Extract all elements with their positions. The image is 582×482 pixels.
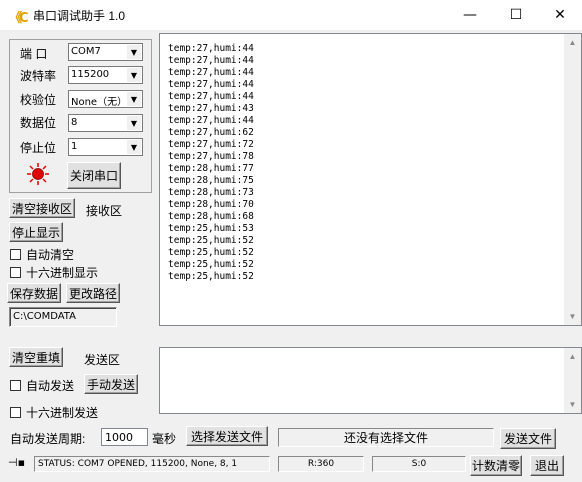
stop-display-button[interactable]: 停止显示 [9,222,63,242]
close-port-button[interactable]: 关闭串口 [67,162,121,189]
minimize-icon: — [463,7,477,23]
port-label: 端 口 [20,47,48,61]
maximize-icon: ☐ [509,7,523,23]
tx-count: S:0 [411,459,427,469]
clear-receive-button[interactable]: 清空接收区 [9,198,75,218]
chevron-down-icon: ▼ [127,68,141,82]
close-button[interactable]: ✕ [537,0,582,30]
chevron-down-icon: ▼ [127,45,141,59]
app-logo-icon: 《C [9,11,29,26]
scroll-down-icon[interactable]: ▼ [564,396,581,413]
exit-button[interactable]: 退出 [530,455,564,476]
receive-line: temp:27,humi:78 [168,151,254,162]
baud-label: 波特率 [20,69,57,83]
receive-line: temp:28,humi:70 [168,199,254,210]
choose-file-button[interactable]: 选择发送文件 [186,426,268,446]
manual-send-button[interactable]: 手动发送 [84,374,138,394]
port-status-led-icon [27,163,49,185]
maximize-button[interactable]: ☐ [493,0,539,30]
send-textarea[interactable]: ▲ ▼ [159,347,582,414]
receive-line: temp:28,humi:68 [168,211,254,222]
receive-line: temp:27,humi:44 [168,55,254,66]
hex-display-label: 十六进制显示 [26,266,99,280]
databits-label: 数据位 [20,116,57,130]
chevron-down-icon: ▼ [127,140,141,154]
status-text: STATUS: COM7 OPENED, 115200, None, 8, 1 [38,459,238,469]
receive-line: temp:27,humi:44 [168,91,254,102]
auto-clear-checkbox[interactable]: 自动清空 [10,246,74,263]
checkbox-box[interactable] [10,267,21,278]
receive-scrollbar[interactable]: ▲ ▼ [564,34,581,325]
rx-count-field: R:360 [278,456,364,472]
baud-select[interactable]: 115200 ▼ [68,66,143,84]
send-file-button[interactable]: 发送文件 [500,428,556,449]
checkbox-box[interactable] [10,249,21,260]
receive-line: temp:25,humi:52 [168,235,254,246]
pin-icon[interactable]: ⊣▪ [8,456,25,469]
receive-line: temp:27,humi:43 [168,103,254,114]
receive-line: temp:25,humi:53 [168,223,254,234]
scroll-up-icon[interactable]: ▲ [564,348,581,365]
stopbits-label: 停止位 [20,141,57,155]
file-status-field: 还没有选择文件 [278,428,494,447]
receive-line: temp:27,humi:62 [168,127,254,138]
close-icon: ✕ [554,7,566,23]
checkbox-box[interactable] [10,407,21,418]
period-input[interactable]: 1000 [101,428,148,446]
save-data-button[interactable]: 保存数据 [7,283,61,303]
receive-area-label: 接收区 [86,204,123,218]
stopbits-value: 1 [71,141,78,152]
clear-send-button[interactable]: 清空重填 [9,347,63,367]
receive-content: temp:27,humi:44 temp:27,humi:44 temp:27,hu… [168,43,254,283]
baud-value: 115200 [71,69,110,80]
save-path-value: C:\COMDATA [13,311,76,322]
receive-line: temp:27,humi:44 [168,43,254,54]
rx-count: R:360 [307,459,335,469]
period-label: 自动发送周期: [10,432,86,446]
change-path-button[interactable]: 更改路径 [66,283,120,303]
receive-textarea[interactable]: temp:27,humi:44 temp:27,humi:44 temp:27,hu… [159,33,582,326]
parity-select[interactable]: None（无） ▼ [68,90,143,108]
send-area-label: 发送区 [84,353,121,367]
receive-line: temp:27,humi:44 [168,115,254,126]
hex-send-checkbox[interactable]: 十六进制发送 [10,404,98,421]
parity-label: 校验位 [20,93,57,107]
receive-line: temp:27,humi:72 [168,139,254,150]
scroll-down-icon[interactable]: ▼ [564,308,581,325]
save-path-field: C:\COMDATA [9,307,117,327]
file-status-text: 还没有选择文件 [343,431,428,445]
receive-line: temp:28,humi:77 [168,163,254,174]
period-unit-label: 毫秒 [152,432,177,446]
databits-select[interactable]: 8 ▼ [68,114,143,132]
parity-value: None（无） [71,97,128,108]
receive-line: temp:25,humi:52 [168,271,254,282]
checkbox-box[interactable] [10,380,21,391]
hex-send-label: 十六进制发送 [26,406,99,420]
title-bar: 《C 串口调试助手 1.0 — ☐ ✕ [0,0,582,30]
auto-clear-label: 自动清空 [26,248,75,262]
stopbits-select[interactable]: 1 ▼ [68,138,143,156]
receive-line: temp:27,humi:44 [168,79,254,90]
databits-value: 8 [71,117,78,128]
status-field: STATUS: COM7 OPENED, 115200, None, 8, 1 [34,456,270,472]
port-value: COM7 [71,46,101,57]
period-value: 1000 [105,431,133,444]
minimize-button[interactable]: — [447,0,493,30]
receive-line: temp:25,humi:52 [168,259,254,270]
chevron-down-icon: ▼ [127,116,141,130]
auto-send-label: 自动发送 [26,379,75,393]
port-select[interactable]: COM7 ▼ [68,43,143,61]
receive-line: temp:28,humi:75 [168,175,254,186]
receive-line: temp:27,humi:44 [168,67,254,78]
tx-count-field: S:0 [372,456,466,472]
window-title: 串口调试助手 1.0 [33,9,126,23]
receive-line: temp:28,humi:73 [168,187,254,198]
chevron-down-icon: ▼ [127,92,141,106]
hex-display-checkbox[interactable]: 十六进制显示 [10,264,98,281]
scroll-up-icon[interactable]: ▲ [564,34,581,51]
auto-send-checkbox[interactable]: 自动发送 [10,377,74,394]
reset-count-button[interactable]: 计数清零 [470,455,522,476]
receive-line: temp:25,humi:52 [168,247,254,258]
send-scrollbar[interactable]: ▲ ▼ [564,348,581,413]
